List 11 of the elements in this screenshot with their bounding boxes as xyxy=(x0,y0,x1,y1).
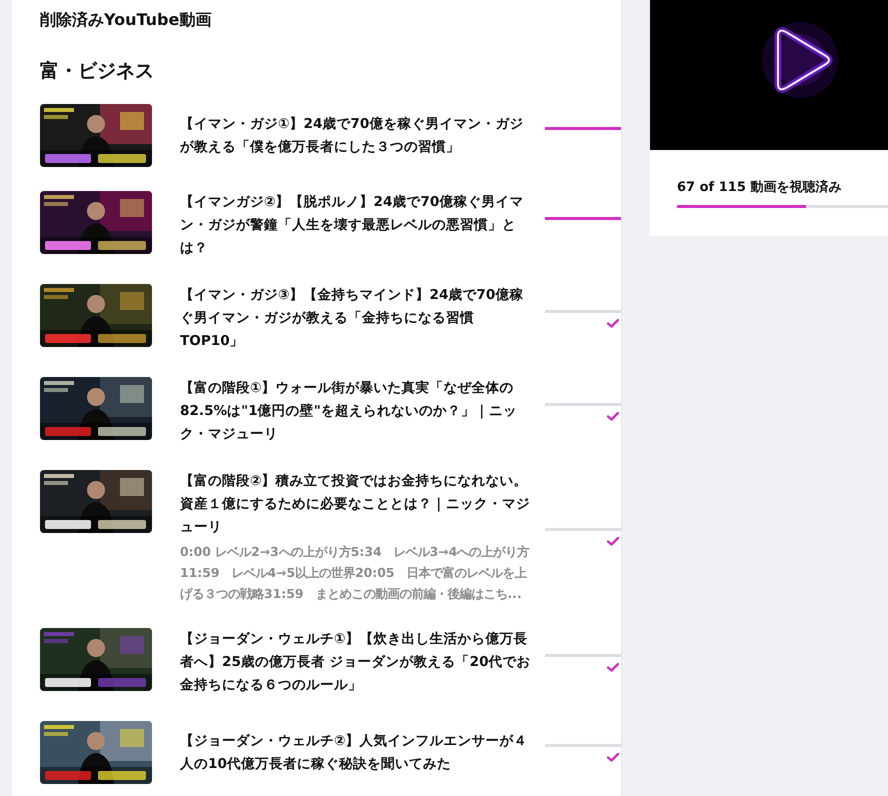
video-title[interactable]: 【ジョーダン・ウェルチ①】【炊き出し生活から億万長者へ】25歳の億万長者 ジョーダンが教える「20代でお金持ちになる６つのルール」 xyxy=(180,628,535,697)
progress-text: 67 of 115 動画を視聴済み xyxy=(677,178,842,196)
video-title[interactable]: 【イマン・ガジ①】24歳で70億を稼ぐ男イマン・ガジが教える「僕を億万長者にした３つの習慣」 xyxy=(180,112,535,158)
video-title[interactable]: 【ジョーダン・ウェルチ②】人気インフルエンサーが４人の10代億万長者に稼ぐ秘訣を聞いてみた xyxy=(180,730,535,776)
video-title[interactable]: 【富の階段①】ウォール街が暴いた真実「なぜ全体の82.5%は"1億円の壁"を超えられないのか？」｜ニック・マジューリ xyxy=(180,377,535,446)
video-description: 0:00 レベル2→3への上がり方5:34 レベル3→4への上がり方11:59 レベル4→5以上の世界20:05 日本で富のレベルを上げる３つの戦略31:59 まとめこの動画の前編・後編はこち... xyxy=(180,543,530,603)
section-heading: 富・ビジネス xyxy=(40,59,155,84)
video-title[interactable]: 【イマン・ガジ③】【金持ちマインド】24歳で70億稼ぐ男イマン・ガジが教える「金持ちになる習慣TOP10」 xyxy=(180,284,535,353)
video-title[interactable]: 【イマンガジ②】【脱ポルノ】24歳で70億稼ぐ男イマン・ガジが警鐘「人生を壊す最悪レベルの悪習慣」とは？ xyxy=(180,191,535,260)
video-title[interactable]: 【富の階段②】積み立て投資ではお金持ちになれない。資産１億にするために必要なこととは？｜ニック・マジューリ xyxy=(180,470,535,539)
page-heading: 削除済みYouTube動画 xyxy=(40,9,212,31)
